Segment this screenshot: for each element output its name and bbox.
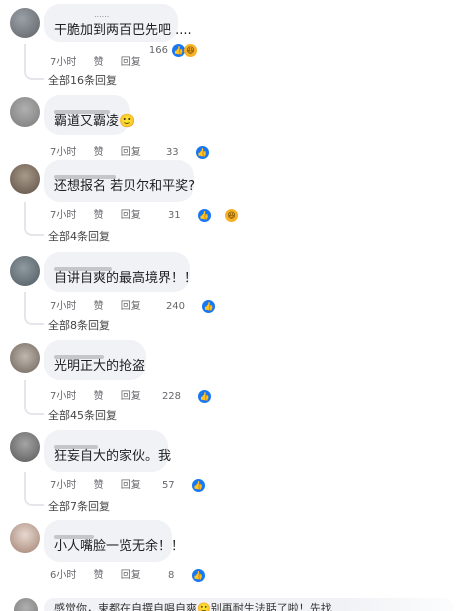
reaction-count: 228 (161, 391, 182, 402)
comment-bubble: 感觉你，束都在自撰自唱自爽🙂别再耐生法聒了啦！先找 (44, 598, 454, 611)
reaction-summary[interactable]: 8 👍 (167, 569, 219, 582)
avatar[interactable] (10, 343, 40, 373)
avatar[interactable] (10, 523, 40, 553)
reaction-count: 31 (167, 210, 181, 221)
comment-text: 还想报名 若贝尔和平奖? (54, 179, 196, 194)
reaction-summary[interactable]: 228 👍 (161, 390, 225, 403)
comment-time: 7小时 (50, 301, 77, 312)
like-button[interactable]: 赞 (94, 570, 104, 581)
reply-connector (24, 44, 44, 80)
thumbs-up-icon: 👍 (191, 479, 205, 492)
comment-time: 7小时 (50, 480, 77, 491)
view-replies-link[interactable]: 全部45条回复 (48, 407, 117, 423)
reaction-count: 57 (161, 480, 175, 491)
comment-bubble: 光明正大的抢盗 (44, 340, 146, 380)
avatar[interactable] (10, 97, 40, 127)
laughing-emoji-icon: 😆 (225, 209, 239, 222)
username-redacted: ...... (54, 10, 168, 19)
view-replies-link[interactable]: 全部7条回复 (48, 498, 110, 514)
top-meta: ...... (94, 10, 110, 19)
reply-button[interactable]: 回复 (121, 391, 141, 402)
reply-button[interactable]: 回复 (121, 570, 141, 581)
comment-bubble: 霸道又霸凌🙂 (44, 95, 136, 135)
comment-time: 6小时 (50, 570, 77, 581)
reaction-count: 8 (167, 570, 175, 581)
view-replies-link[interactable]: 全部8条回复 (48, 317, 110, 333)
reply-button[interactable]: 回复 (121, 147, 141, 158)
reaction-count: 240 (165, 301, 186, 312)
comment-meta: 7小时 赞 回复 (50, 53, 155, 68)
username-redacted (54, 346, 136, 359)
avatar[interactable] (10, 432, 40, 462)
like-button[interactable]: 赞 (94, 391, 104, 402)
comment-text: 光明正大的抢盗 (54, 359, 146, 374)
username-redacted (54, 101, 120, 114)
avatar[interactable] (10, 256, 40, 286)
username-redacted (54, 436, 158, 449)
comment-time: 7小时 (50, 391, 77, 402)
reaction-summary[interactable]: 240 👍 (165, 300, 229, 313)
username-redacted (54, 526, 162, 539)
comment-text: 小人嘴脸一览无余！！ (54, 539, 185, 554)
view-replies-link[interactable]: 全部4条回复 (48, 228, 110, 244)
username-redacted (54, 258, 180, 271)
thumbs-up-icon: 👍 (191, 569, 205, 582)
comment-text: 霸道又霸凌🙂 (54, 114, 136, 129)
comment-text: 狂妄自大的家伙。我 (54, 449, 172, 464)
avatar[interactable] (10, 164, 40, 194)
reply-connector (24, 380, 44, 415)
avatar[interactable] (14, 598, 38, 611)
comment-text: 自讲自爽的最高境界！！ (54, 271, 198, 286)
comment-meta: 7小时 赞 回复 228 👍 (50, 387, 239, 403)
laughing-emoji-icon: 😆 (184, 44, 197, 57)
comment-text: 感觉你，束都在自撰自唱自爽🙂别再耐生法聒了啦！先找 (54, 602, 332, 611)
comment-meta: 7小时 赞 回复 57 👍 (50, 476, 233, 492)
comment-bubble: ...... 干脆加到两百巴先吧 .... 166 👍 😆 (44, 4, 197, 57)
comment-meta: 6小时 赞 回复 8 👍 (50, 566, 233, 582)
reply-button[interactable]: 回复 (121, 301, 141, 312)
comment-time: 7小时 (50, 57, 77, 68)
thumbs-up-icon: 👍 (195, 146, 209, 159)
view-replies-link[interactable]: 全部16条回复 (48, 72, 117, 88)
like-button[interactable]: 赞 (94, 147, 104, 158)
reaction-summary[interactable]: 31 👍 😆 (167, 209, 252, 222)
comment-meta: 7小时 赞 回复 31 👍 😆 (50, 206, 266, 222)
like-button[interactable]: 赞 (94, 301, 104, 312)
comment-meta: 7小时 赞 回复 240 👍 (50, 297, 243, 313)
reaction-summary[interactable]: 33 👍 (165, 146, 223, 159)
thumbs-up-icon: 👍 (197, 209, 211, 222)
thumbs-up-icon: 👍 (198, 390, 212, 403)
comment-bubble: 小人嘴脸一览无余！！ (44, 520, 185, 562)
reply-connector (24, 202, 44, 236)
comment-bubble: 狂妄自大的家伙。我 (44, 430, 172, 472)
reply-connector (24, 292, 44, 325)
reply-button[interactable]: 回复 (121, 480, 141, 491)
reply-connector (24, 472, 44, 506)
like-button[interactable]: 赞 (94, 57, 104, 68)
username-redacted (54, 166, 184, 179)
reply-button[interactable]: 回复 (121, 210, 141, 221)
reaction-summary[interactable]: 57 👍 (161, 479, 219, 492)
avatar[interactable] (10, 8, 40, 38)
comment-time: 7小时 (50, 210, 77, 221)
reply-button[interactable]: 回复 (121, 57, 141, 68)
like-button[interactable]: 赞 (94, 210, 104, 221)
thumbs-up-icon: 👍 (202, 300, 216, 313)
comment-bubble: 自讲自爽的最高境界！！ (44, 252, 198, 292)
comment-text: 干脆加到两百巴先吧 .... (54, 23, 192, 38)
comment-bubble: 还想报名 若贝尔和平奖? (44, 160, 196, 202)
comment-meta: 7小时 赞 回复 33 👍 (50, 143, 237, 159)
comment-time: 7小时 (50, 147, 77, 158)
like-button[interactable]: 赞 (94, 480, 104, 491)
partial-comment: 感觉你，束都在自撰自唱自爽🙂别再耐生法聒了啦！先找 (0, 596, 464, 611)
reaction-count: 33 (165, 147, 179, 158)
